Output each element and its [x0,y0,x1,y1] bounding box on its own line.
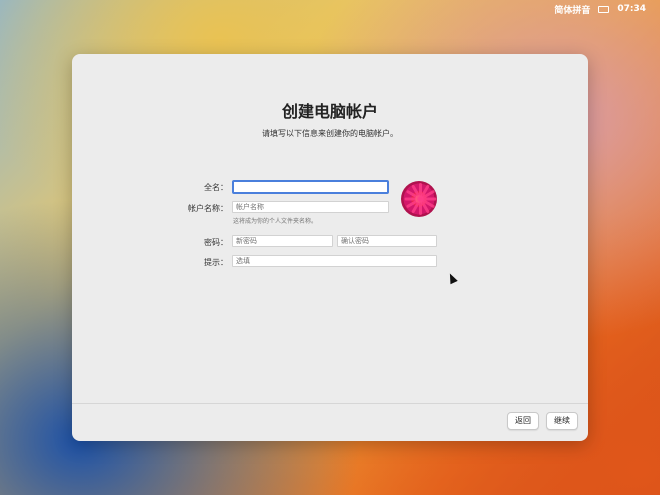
password-label: 密码： [204,238,228,247]
setup-window: 创建电脑帐户 请填写以下信息来创建你的电脑帐户。 全名： 帐户名称： 这将成为你… [72,54,588,441]
account-name-label: 帐户名称： [188,204,228,213]
account-name-input[interactable] [232,201,389,213]
menu-bar: 简体拼音 07:34 [0,0,660,18]
password-hint-input[interactable] [232,255,437,267]
input-method-label[interactable]: 简体拼音 [554,3,590,16]
password-input[interactable] [232,235,333,247]
page-title: 创建电脑帐户 [281,102,378,121]
verify-password-input[interactable] [337,235,437,247]
account-name-hint: 这将成为你的个人文件夹名称。 [233,218,318,225]
clock[interactable]: 07:34 [617,4,646,14]
continue-button[interactable]: 继续 [546,412,578,430]
full-name-input[interactable] [232,180,389,194]
page-subtitle: 请填写以下信息来创建你的电脑帐户。 [262,129,398,138]
keyboard-icon[interactable] [598,5,610,13]
full-name-label: 全名： [204,183,228,192]
password-hint-label: 提示： [204,258,228,267]
footer-divider [72,403,588,404]
back-button[interactable]: 返回 [507,412,539,430]
user-avatar[interactable] [401,181,437,217]
